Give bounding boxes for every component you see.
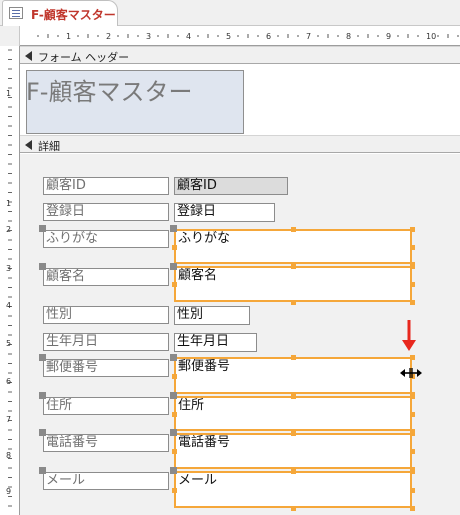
move-handle[interactable] bbox=[170, 467, 177, 474]
resize-handle[interactable] bbox=[172, 449, 177, 454]
textbox-address[interactable]: 住所 bbox=[174, 396, 412, 431]
resize-handle[interactable] bbox=[291, 300, 296, 305]
textbox-phone[interactable]: 電話番号 bbox=[174, 433, 412, 469]
label-customer-id[interactable]: 顧客ID bbox=[43, 177, 169, 195]
ruler-number: 3 bbox=[6, 264, 11, 273]
move-handle[interactable] bbox=[170, 429, 177, 436]
resize-handle[interactable] bbox=[291, 506, 296, 511]
move-handle[interactable] bbox=[170, 392, 177, 399]
ruler-number: 7 bbox=[306, 32, 311, 41]
resize-handle[interactable] bbox=[410, 487, 415, 493]
textbox-customer-name[interactable]: 顧客名 bbox=[174, 266, 412, 302]
resize-handle[interactable] bbox=[291, 264, 296, 269]
ruler-number: 7 bbox=[6, 415, 11, 424]
resize-handle[interactable] bbox=[172, 373, 177, 379]
ruler-number: 10 bbox=[426, 32, 436, 41]
section-bar-form-header[interactable]: フォーム ヘッダー bbox=[20, 46, 460, 64]
resize-handle[interactable] bbox=[410, 300, 415, 305]
ruler-number: 5 bbox=[6, 339, 11, 348]
resize-handle[interactable] bbox=[291, 469, 296, 474]
resize-handle[interactable] bbox=[410, 431, 415, 436]
textbox-gender[interactable]: 性別 bbox=[174, 306, 250, 325]
resize-handle[interactable] bbox=[410, 264, 415, 269]
horizontal-resize-cursor-icon bbox=[400, 368, 422, 378]
ruler-number: 8 bbox=[346, 32, 351, 41]
resize-handle[interactable] bbox=[410, 469, 415, 474]
label-furigana[interactable]: ふりがな bbox=[43, 230, 169, 248]
ruler-number: 4 bbox=[6, 301, 11, 310]
section-arrow-icon bbox=[25, 51, 32, 61]
label-customer-name[interactable]: 顧客名 bbox=[43, 268, 169, 286]
vertical-ruler[interactable]: 1 1 2 3 4 5 6 7 8 9 bbox=[0, 46, 20, 515]
move-handle[interactable] bbox=[39, 429, 46, 436]
form-icon bbox=[9, 7, 23, 19]
section-label-detail: 詳細 bbox=[38, 140, 60, 153]
horizontal-ruler-ticks: 1234567891011 bbox=[37, 32, 459, 41]
resize-handle[interactable] bbox=[410, 244, 415, 250]
label-postal-code[interactable]: 郵便番号 bbox=[43, 359, 169, 377]
textbox-birthdate[interactable]: 生年月日 bbox=[174, 333, 257, 352]
resize-handle[interactable] bbox=[410, 355, 415, 360]
resize-handle[interactable] bbox=[291, 227, 296, 232]
textbox-email[interactable]: メール bbox=[174, 471, 412, 508]
section-label-form-header: フォーム ヘッダー bbox=[38, 51, 130, 64]
label-email[interactable]: メール bbox=[43, 472, 169, 490]
resize-handle[interactable] bbox=[291, 355, 296, 360]
move-handle[interactable] bbox=[170, 354, 177, 361]
resize-handle[interactable] bbox=[410, 282, 415, 287]
label-gender[interactable]: 性別 bbox=[43, 306, 169, 324]
red-down-arrow-icon bbox=[402, 320, 416, 351]
resize-handle[interactable] bbox=[172, 282, 177, 287]
ruler-number: 2 bbox=[106, 32, 111, 41]
ruler-number: 9 bbox=[6, 487, 11, 496]
ruler-number: 5 bbox=[226, 32, 231, 41]
move-handle[interactable] bbox=[39, 263, 46, 270]
ruler-number: 6 bbox=[6, 377, 11, 386]
ruler-number: 1 bbox=[6, 199, 11, 208]
ruler-number: 6 bbox=[266, 32, 271, 41]
form-selector[interactable] bbox=[0, 26, 20, 46]
resize-handle[interactable] bbox=[172, 487, 177, 493]
textbox-postal-code[interactable]: 郵便番号 bbox=[174, 357, 412, 394]
textbox-furigana[interactable]: ふりがな bbox=[174, 229, 412, 264]
vertical-ruler-ticks: 1 1 2 3 4 5 6 7 8 9 bbox=[6, 49, 12, 507]
ruler-number: 2 bbox=[6, 225, 11, 234]
section-bar-detail[interactable]: 詳細 bbox=[20, 135, 460, 153]
move-handle[interactable] bbox=[170, 263, 177, 270]
horizontal-ruler[interactable]: 1234567891011 bbox=[20, 26, 460, 46]
header-title: F-顧客マスター bbox=[26, 78, 193, 106]
move-handle[interactable] bbox=[39, 467, 46, 474]
resize-handle[interactable] bbox=[291, 431, 296, 436]
ruler-number: 8 bbox=[6, 451, 11, 460]
resize-handle[interactable] bbox=[410, 411, 415, 417]
ruler-number: 3 bbox=[146, 32, 151, 41]
resize-handle[interactable] bbox=[410, 394, 415, 399]
resize-handle[interactable] bbox=[172, 411, 177, 417]
textbox-customer-id[interactable]: 顧客ID bbox=[174, 177, 288, 195]
ruler-number: 4 bbox=[186, 32, 191, 41]
label-registration-date[interactable]: 登録日 bbox=[43, 203, 169, 221]
resize-handle[interactable] bbox=[410, 506, 415, 511]
move-handle[interactable] bbox=[39, 392, 46, 399]
ruler-number: 9 bbox=[386, 32, 391, 41]
move-handle[interactable] bbox=[39, 225, 46, 232]
label-address[interactable]: 住所 bbox=[43, 397, 169, 415]
move-handle[interactable] bbox=[170, 225, 177, 232]
resize-handle[interactable] bbox=[291, 394, 296, 399]
label-birthdate[interactable]: 生年月日 bbox=[43, 333, 169, 351]
section-arrow-icon bbox=[25, 140, 32, 150]
tab-label: F-顧客マスター bbox=[31, 8, 116, 22]
ruler-number: 1 bbox=[66, 32, 71, 41]
resize-handle[interactable] bbox=[410, 227, 415, 232]
ruler-number: 1 bbox=[6, 89, 11, 98]
textbox-registration-date[interactable]: 登録日 bbox=[174, 203, 275, 222]
resize-handle[interactable] bbox=[172, 244, 177, 250]
tab-form-customer-master[interactable]: F-顧客マスター bbox=[2, 0, 118, 27]
resize-handle[interactable] bbox=[410, 449, 415, 454]
move-handle[interactable] bbox=[39, 354, 46, 361]
label-phone[interactable]: 電話番号 bbox=[43, 434, 169, 452]
